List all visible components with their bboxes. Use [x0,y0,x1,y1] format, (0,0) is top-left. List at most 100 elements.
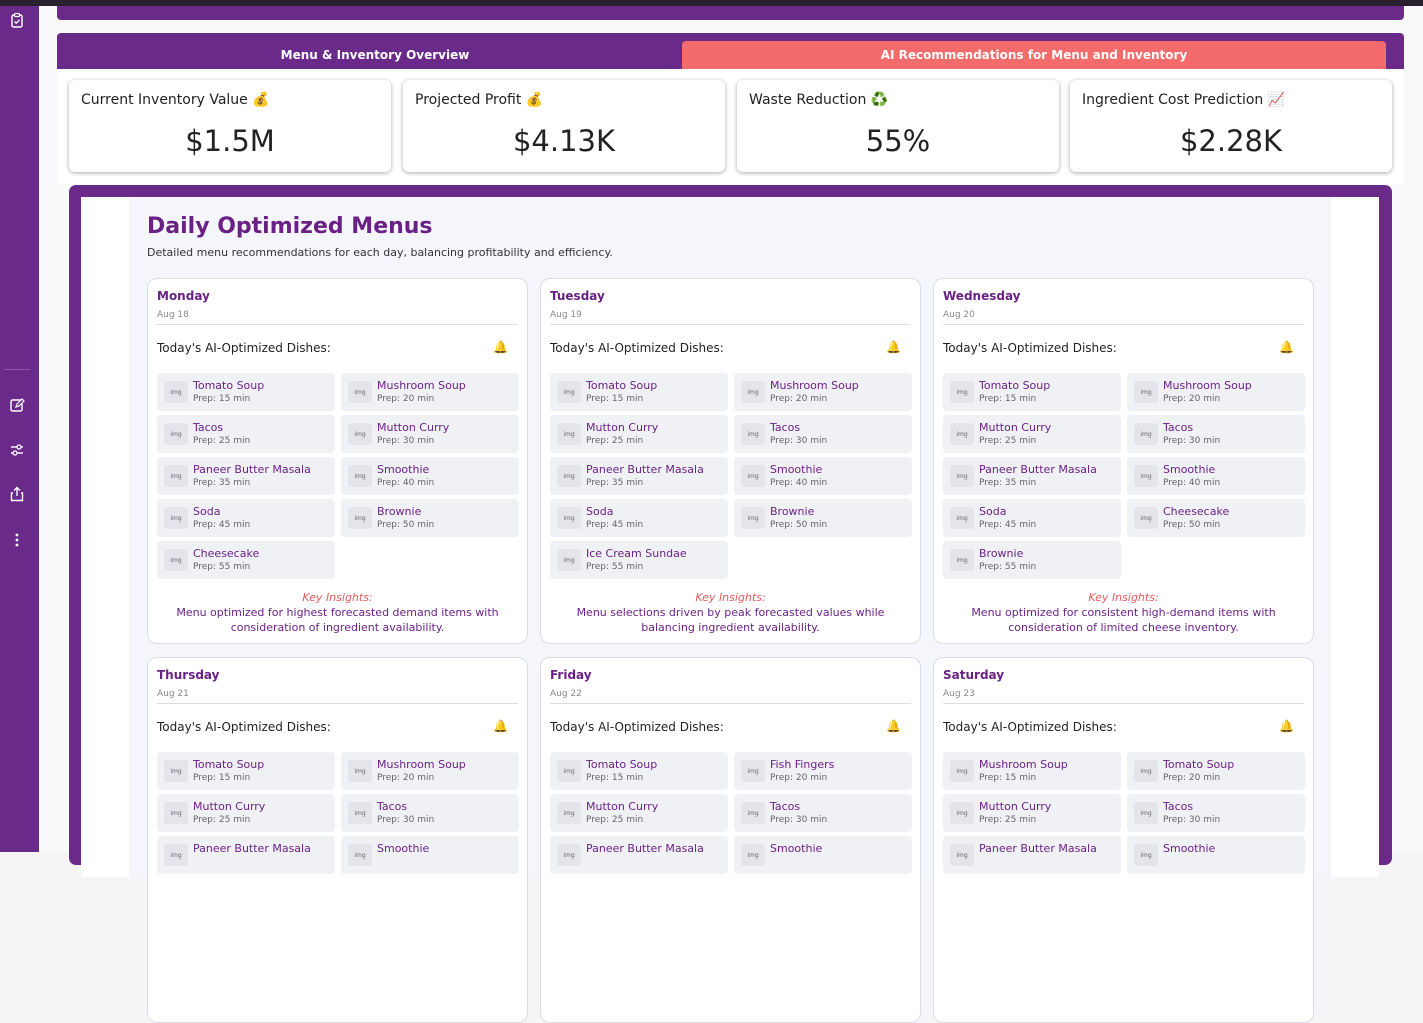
dish-prep-time: Prep: 30 min [377,436,435,446]
dish-item[interactable]: img Tacos Prep: 30 min [734,415,912,453]
dish-name: Tomato Soup [979,379,1051,392]
section-title: Daily Optimized Menus [147,214,433,239]
dish-image-icon: img [557,381,581,403]
dish-name: Smoothie [377,842,430,855]
dish-item[interactable]: img Tacos Prep: 30 min [734,794,912,832]
dish-item[interactable]: img Cheesecake Prep: 55 min [157,541,335,579]
dish-prep-time: Prep: 40 min [770,478,828,488]
dish-image-icon: img [557,844,581,866]
edit-icon[interactable] [9,397,25,413]
dish-item[interactable]: img Smoothie [341,836,519,874]
dish-item[interactable]: img Tomato Soup Prep: 20 min [1127,752,1305,790]
tab-ai-recommendations[interactable]: AI Recommendations for Menu and Inventor… [682,41,1386,69]
bell-icon[interactable]: 🔔 [493,340,508,354]
day-card-thursday: Thursday Aug 21 Today's AI-Optimized Dishe… [147,657,528,1023]
dish-image-icon: img [164,423,188,445]
dish-image-icon: img [348,465,372,487]
header-strip [57,6,1404,20]
dish-item[interactable]: img Smoothie [1127,836,1305,874]
dish-item[interactable]: img Mushroom Soup Prep: 20 min [734,373,912,411]
dish-item[interactable]: img Mutton Curry Prep: 25 min [550,415,728,453]
dish-item[interactable]: img Smoothie Prep: 40 min [1127,457,1305,495]
dish-item[interactable]: img Soda Prep: 45 min [943,499,1121,537]
dish-image-icon: img [348,381,372,403]
tab-menu-inventory-overview[interactable]: Menu & Inventory Overview [57,41,693,69]
dish-image-icon: img [557,760,581,782]
dish-prep-time: Prep: 15 min [979,773,1037,783]
dish-item[interactable]: img Paneer Butter Masala Prep: 35 min [157,457,335,495]
bell-icon[interactable]: 🔔 [886,719,901,733]
dish-name: Mutton Curry [377,421,450,434]
dish-item[interactable]: img Tomato Soup Prep: 15 min [550,373,728,411]
bell-icon[interactable]: 🔔 [1279,340,1294,354]
dish-name: Tomato Soup [1163,758,1235,771]
dish-item[interactable]: img Mutton Curry Prep: 25 min [157,794,335,832]
bell-icon[interactable]: 🔔 [886,340,901,354]
dish-item[interactable]: img Smoothie [734,836,912,874]
dish-image-icon: img [164,844,188,866]
dish-item[interactable]: img Paneer Butter Masala [550,836,728,874]
dish-image-icon: img [741,844,765,866]
day-date: Aug 20 [943,310,975,320]
dish-item[interactable]: img Tacos Prep: 30 min [341,794,519,832]
dish-image-icon: img [741,465,765,487]
sliders-icon[interactable] [9,442,25,458]
dish-image-icon: img [741,760,765,782]
dish-image-icon: img [950,423,974,445]
dish-image-icon: img [164,549,188,571]
more-icon[interactable] [9,532,25,548]
dish-name: Soda [586,505,614,518]
dish-item[interactable]: img Mutton Curry Prep: 25 min [550,794,728,832]
dish-item[interactable]: img Tacos Prep: 30 min [1127,794,1305,832]
dish-item[interactable]: img Smoothie Prep: 40 min [734,457,912,495]
dish-item[interactable]: img Tomato Soup Prep: 15 min [943,373,1121,411]
dish-item[interactable]: img Brownie Prep: 50 min [734,499,912,537]
bell-icon[interactable]: 🔔 [493,719,508,733]
bell-icon[interactable]: 🔔 [1279,719,1294,733]
kpi-card-inventory-value: Current Inventory Value 💰 $1.5M [69,80,391,172]
dish-image-icon: img [741,423,765,445]
dish-item[interactable]: img Tomato Soup Prep: 15 min [157,373,335,411]
dish-prep-time: Prep: 55 min [586,562,644,572]
dish-item[interactable]: img Paneer Butter Masala [157,836,335,874]
dish-item[interactable]: img Mushroom Soup Prep: 15 min [943,752,1121,790]
dish-image-icon: img [557,802,581,824]
key-insights-heading: Key Insights: [695,591,766,604]
share-icon[interactable] [9,486,25,502]
dish-item[interactable]: img Ice Cream Sundae Prep: 55 min [550,541,728,579]
dish-item[interactable]: img Mutton Curry Prep: 25 min [943,794,1121,832]
dish-item[interactable]: img Mushroom Soup Prep: 20 min [1127,373,1305,411]
dish-item[interactable]: img Mutton Curry Prep: 25 min [943,415,1121,453]
clipboard-icon[interactable] [9,12,25,28]
dish-item[interactable]: img Cheesecake Prep: 50 min [1127,499,1305,537]
dish-image-icon: img [950,760,974,782]
dish-item[interactable]: img Smoothie Prep: 40 min [341,457,519,495]
dish-item[interactable]: img Mushroom Soup Prep: 20 min [341,752,519,790]
dish-item[interactable]: img Fish Fingers Prep: 20 min [734,752,912,790]
dish-prep-time: Prep: 30 min [377,815,435,825]
dish-item[interactable]: img Tomato Soup Prep: 15 min [550,752,728,790]
dish-prep-time: Prep: 50 min [1163,520,1221,530]
dish-item[interactable]: img Tacos Prep: 30 min [1127,415,1305,453]
kpi-card-ingredient-cost: Ingredient Cost Prediction 📈 $2.28K [1070,80,1392,172]
key-insights-heading: Key Insights: [1088,591,1159,604]
dish-item[interactable]: img Tacos Prep: 25 min [157,415,335,453]
dish-item[interactable]: img Mushroom Soup Prep: 20 min [341,373,519,411]
dish-image-icon: img [950,844,974,866]
dish-item[interactable]: img Soda Prep: 45 min [157,499,335,537]
dishes-heading: Today's AI-Optimized Dishes: [157,341,331,355]
dish-item[interactable]: img Mutton Curry Prep: 30 min [341,415,519,453]
dish-item[interactable]: img Tomato Soup Prep: 15 min [157,752,335,790]
dish-prep-time: Prep: 15 min [586,394,644,404]
dish-item[interactable]: img Paneer Butter Masala Prep: 35 min [550,457,728,495]
dish-prep-time: Prep: 15 min [586,773,644,783]
dish-item[interactable]: img Soda Prep: 45 min [550,499,728,537]
dish-image-icon: img [348,507,372,529]
dish-item[interactable]: img Paneer Butter Masala [943,836,1121,874]
dish-image-icon: img [557,507,581,529]
dish-item[interactable]: img Brownie Prep: 55 min [943,541,1121,579]
dish-prep-time: Prep: 30 min [1163,815,1221,825]
dish-item[interactable]: img Paneer Butter Masala Prep: 35 min [943,457,1121,495]
sidebar [0,6,39,852]
dish-item[interactable]: img Brownie Prep: 50 min [341,499,519,537]
